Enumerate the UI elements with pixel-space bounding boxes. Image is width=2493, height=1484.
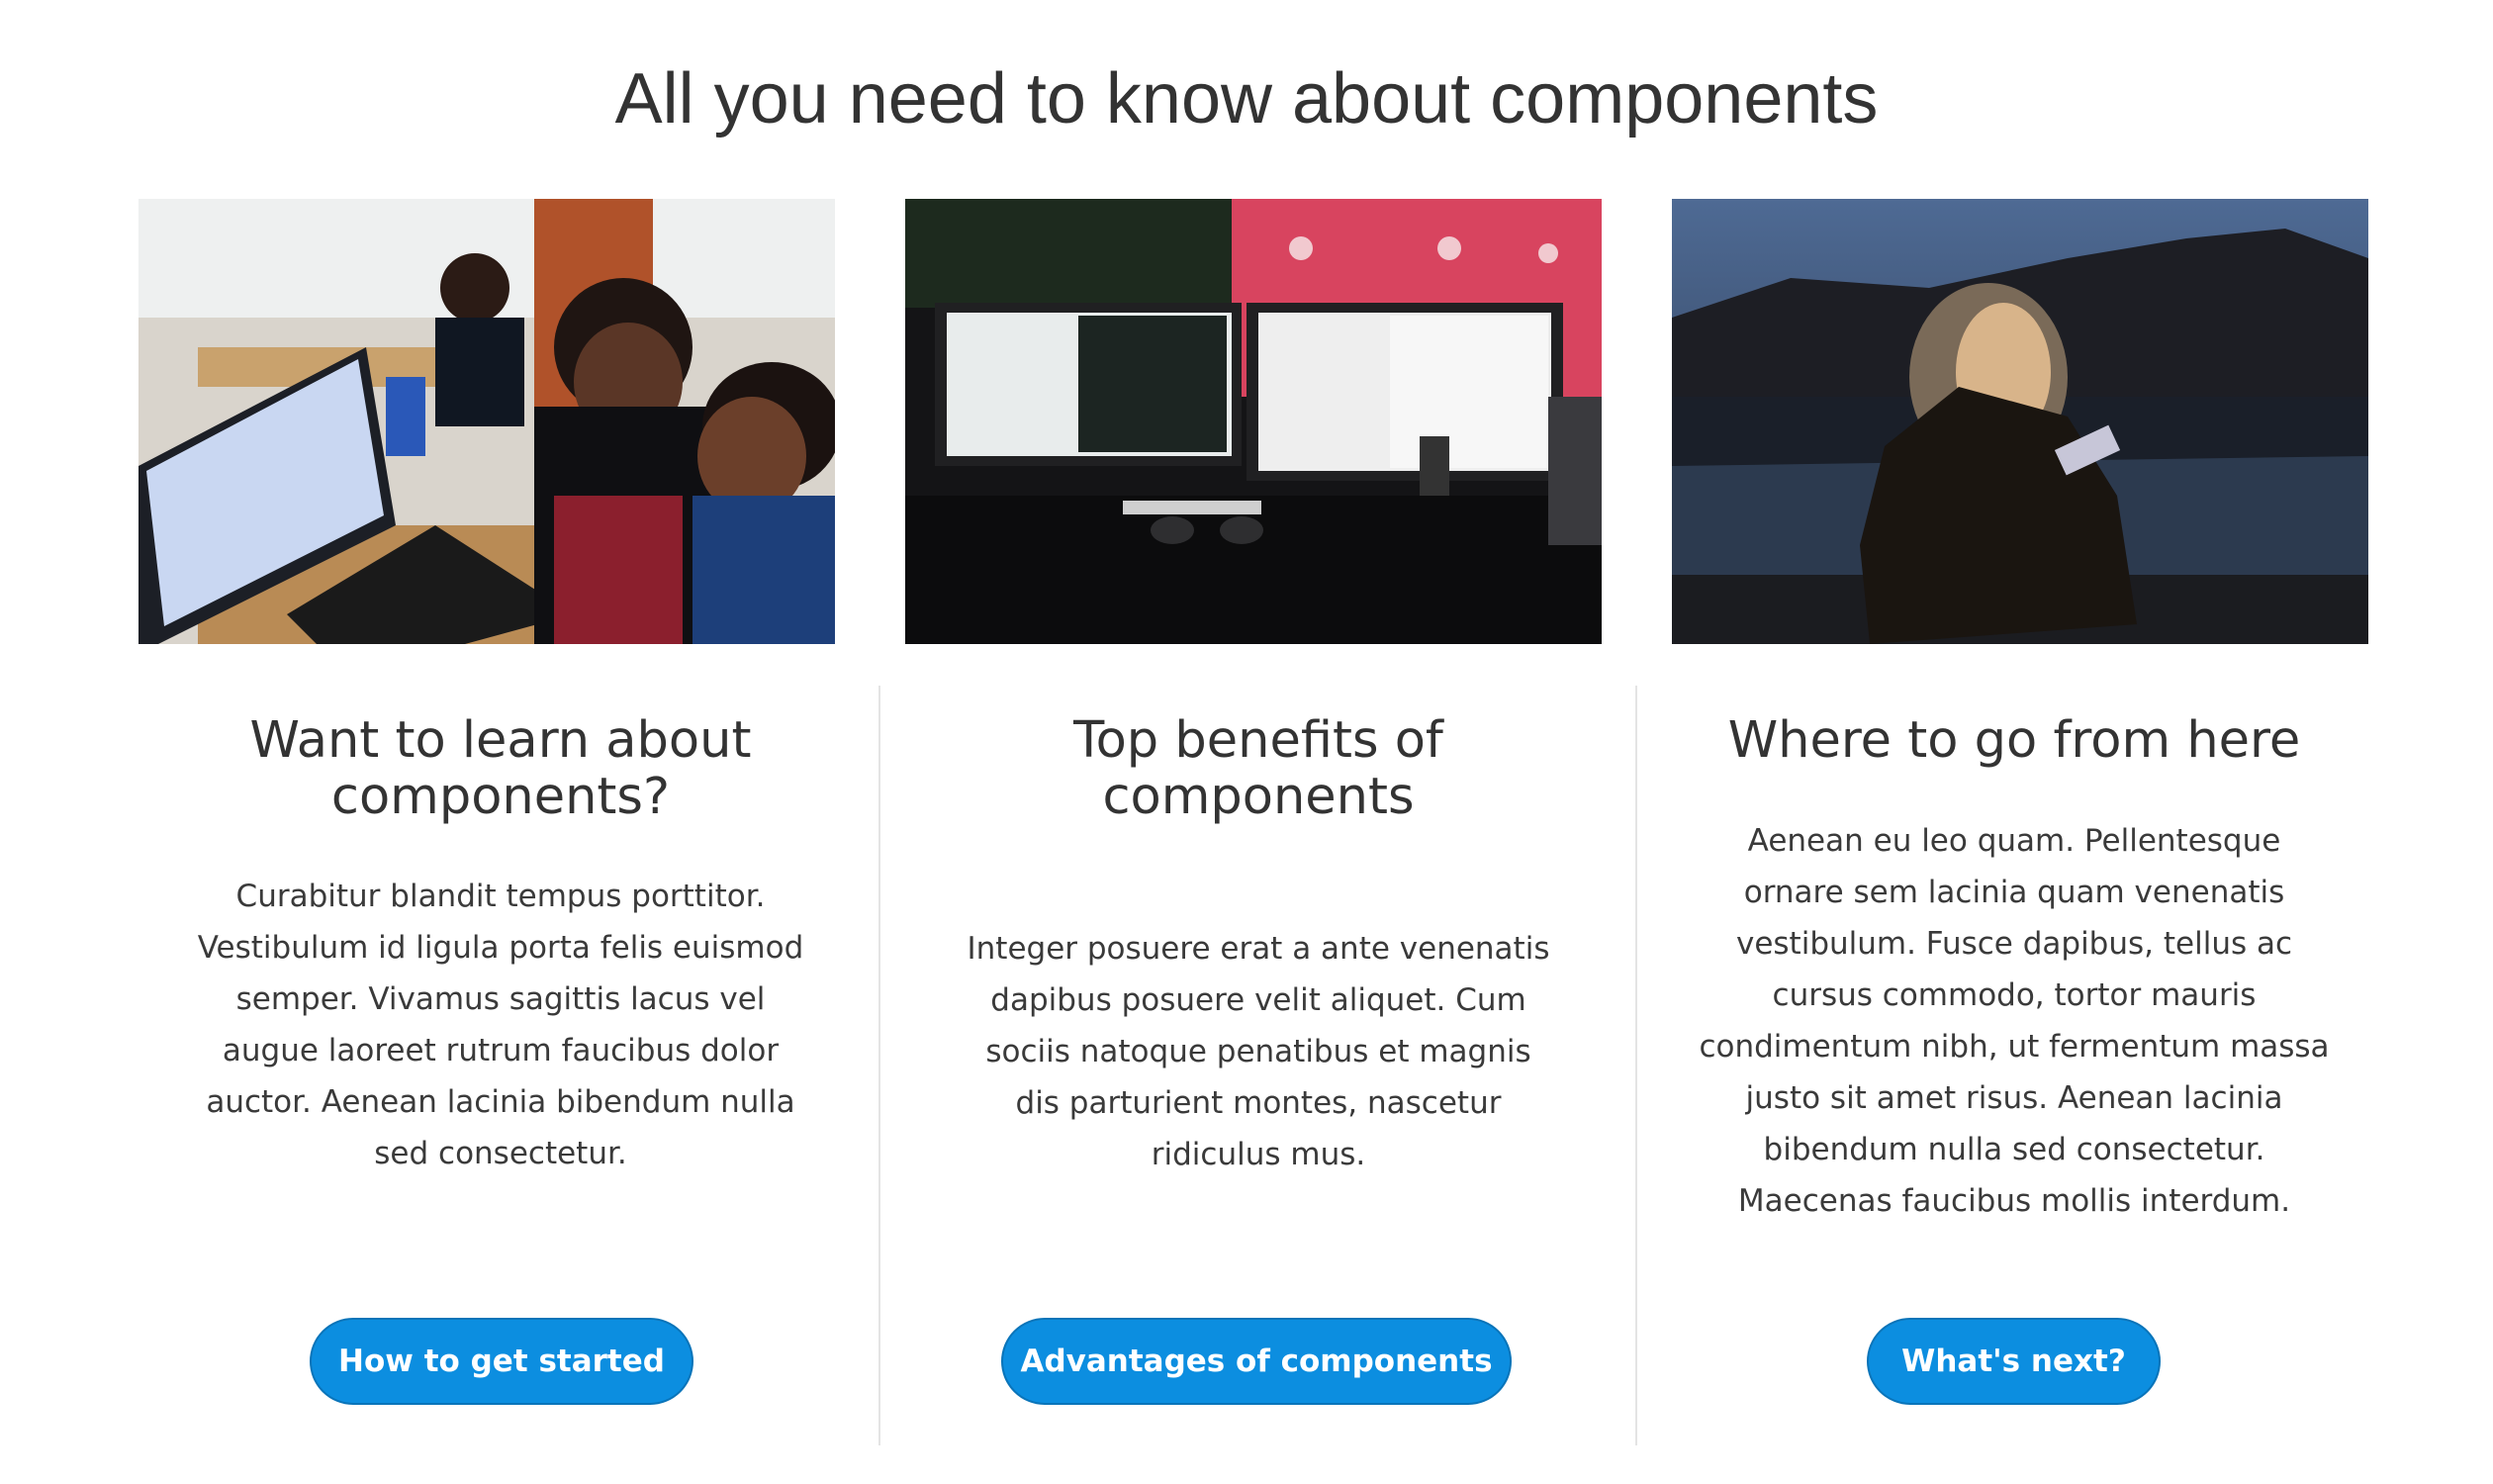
card-title: Where to go from here <box>1727 711 2301 770</box>
card-learn: Want to learn about components? Curabitu… <box>174 711 827 1171</box>
card-text: Curabitur blandit tempus porttitor. Vest… <box>197 879 804 1171</box>
woman-phone-lake-photo <box>1672 199 2368 644</box>
monitors-desk-photo <box>905 199 1602 644</box>
card-benefits: Top benefits of components Integer posue… <box>932 711 1585 1172</box>
advantages-of-components-button[interactable]: Advantages of components <box>1001 1318 1512 1405</box>
card-text: Integer posuere erat a ante venenatis da… <box>967 931 1550 1172</box>
card-title: Want to learn about components? <box>249 711 752 826</box>
how-to-get-started-button[interactable]: How to get started <box>310 1318 693 1405</box>
card-title: Top benefits of components <box>1073 711 1443 826</box>
office-team-photo <box>138 199 835 644</box>
card-next: Where to go from here Aenean eu leo quam… <box>1688 711 2341 1219</box>
page-title: All you need to know about components <box>614 59 1879 139</box>
column-divider <box>1635 686 1637 1445</box>
whats-next-button[interactable]: What's next? <box>1867 1318 2161 1405</box>
column-divider <box>878 686 880 1445</box>
card-text: Aenean eu leo quam. Pellentesque ornare … <box>1699 823 2330 1219</box>
